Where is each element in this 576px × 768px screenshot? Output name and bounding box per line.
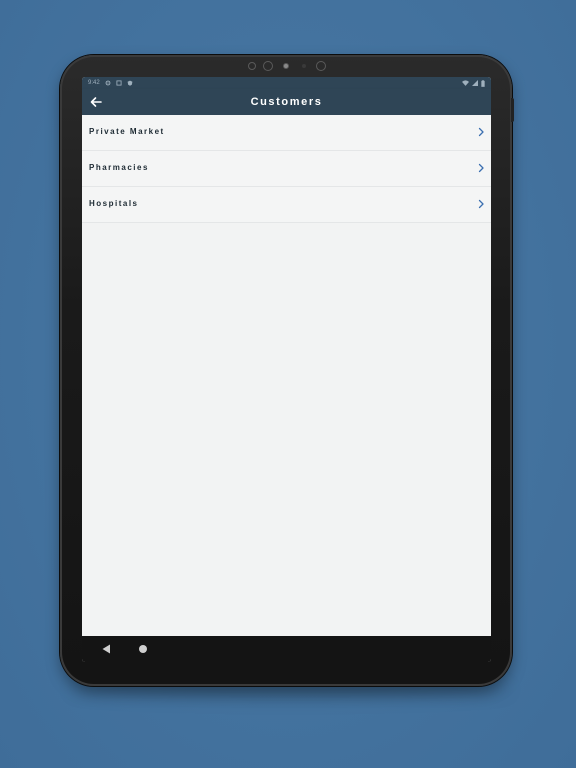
tablet-side-button bbox=[511, 98, 514, 122]
security-icon bbox=[127, 80, 133, 86]
stage: 9:42 Customers Private Market Pharmacies… bbox=[0, 0, 576, 768]
battery-icon bbox=[481, 79, 485, 87]
system-nav-bar bbox=[82, 636, 491, 662]
list-item-label: Hospitals bbox=[89, 199, 139, 208]
app-bar: Customers bbox=[82, 89, 491, 115]
nav-home-icon[interactable] bbox=[139, 645, 147, 653]
status-bar: 9:42 bbox=[82, 77, 491, 89]
chevron-right-icon bbox=[478, 163, 484, 173]
customer-list: Private Market Pharmacies Hospitals bbox=[82, 115, 491, 223]
camera-lens-icon bbox=[263, 61, 273, 71]
camera-lens-icon bbox=[248, 62, 256, 70]
list-item-label: Private Market bbox=[89, 127, 165, 136]
list-item-pharmacies[interactable]: Pharmacies bbox=[82, 151, 491, 187]
camera-sensor-icon bbox=[283, 63, 289, 69]
camera-array bbox=[244, 61, 334, 73]
chevron-right-icon bbox=[478, 127, 484, 137]
nav-back-icon[interactable] bbox=[102, 644, 111, 654]
list-item-private-market[interactable]: Private Market bbox=[82, 115, 491, 151]
notification-icon bbox=[116, 80, 122, 86]
camera-dot-icon bbox=[302, 64, 306, 68]
list-item-hospitals[interactable]: Hospitals bbox=[82, 187, 491, 223]
app-screen: 9:42 Customers Private Market Pharmacies… bbox=[82, 77, 491, 662]
camera-lens-icon bbox=[316, 61, 326, 71]
list-item-label: Pharmacies bbox=[89, 163, 149, 172]
page-title: Customers bbox=[250, 96, 323, 108]
cell-signal-icon bbox=[472, 80, 478, 86]
settings-icon bbox=[105, 80, 111, 86]
wifi-icon bbox=[462, 80, 469, 86]
chevron-right-icon bbox=[478, 199, 484, 209]
status-time: 9:42 bbox=[88, 80, 100, 86]
